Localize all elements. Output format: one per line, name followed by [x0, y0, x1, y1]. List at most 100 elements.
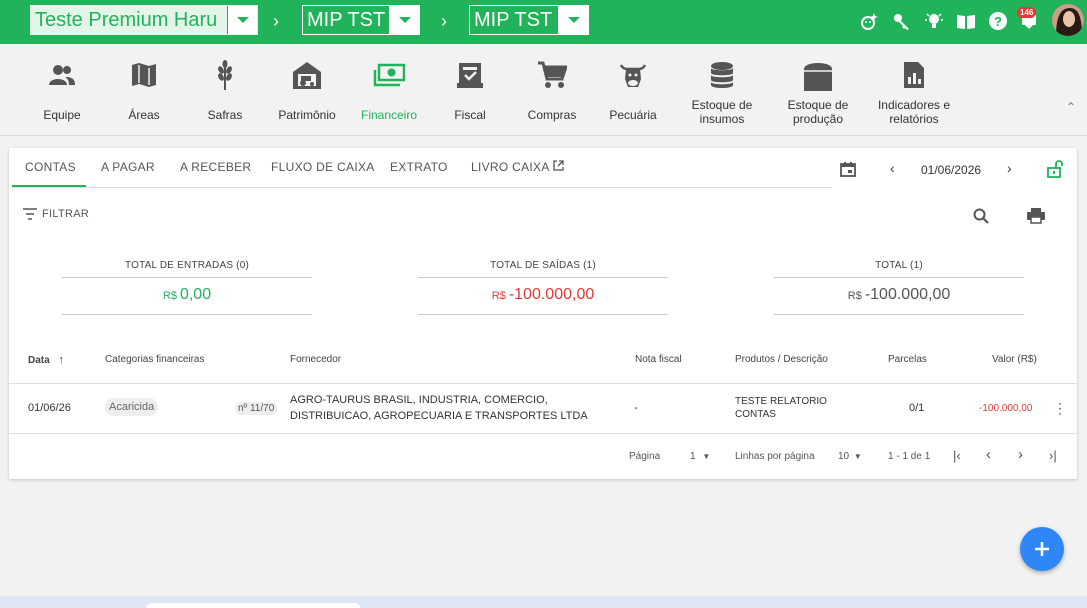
tab-livro-caixa[interactable]: LIVRO CAIXA: [471, 160, 564, 174]
next-page-icon[interactable]: ›: [1018, 446, 1023, 463]
row-desc-line2: CONTAS: [735, 409, 776, 420]
crumb2-selector[interactable]: MIP TST: [469, 5, 589, 35]
row-date: 01/06/26: [28, 402, 71, 414]
module-pecuaria[interactable]: Pecuária: [588, 58, 678, 122]
tab-a-receber[interactable]: A RECEBER: [180, 160, 251, 174]
lightbulb-icon[interactable]: [923, 10, 945, 32]
module-estoque-producao[interactable]: Estoque de produção: [773, 58, 863, 126]
key-icon[interactable]: [891, 10, 913, 32]
currency-label: R$: [847, 290, 862, 302]
col-header-nota-fiscal: Nota fiscal: [635, 354, 682, 365]
caret-down-icon: [398, 17, 411, 23]
report-icon: [902, 58, 926, 92]
prev-date-icon[interactable]: ‹: [890, 160, 895, 176]
module-label: Patrimônio: [278, 108, 336, 122]
module-label: Estoque de produção: [787, 98, 849, 126]
caret-down-icon: ▼: [702, 452, 711, 461]
search-icon[interactable]: [973, 208, 989, 229]
total-saidas-value-box: R$ -100.000,00: [418, 278, 668, 315]
module-safras[interactable]: Safras: [180, 58, 270, 122]
collapse-chevron-icon[interactable]: ⌃: [1066, 100, 1076, 114]
module-compras[interactable]: Compras: [507, 58, 597, 122]
sort-arrow-up-icon: ↑: [58, 354, 64, 366]
module-equipe[interactable]: Equipe: [17, 58, 107, 122]
header-divider: [9, 383, 1077, 384]
prev-page-icon[interactable]: ‹: [986, 446, 991, 463]
farm-name: Teste Premium Haru: [35, 9, 218, 31]
sparkle-person-icon[interactable]: [858, 10, 880, 32]
tab-fluxo-caixa[interactable]: FLUXO DE CAIXA: [271, 160, 375, 174]
farm-selector[interactable]: Teste Premium Haru: [30, 5, 258, 35]
help-icon[interactable]: ?: [987, 10, 1009, 32]
caret-down-icon: [236, 17, 249, 23]
wheat-icon: [215, 58, 235, 92]
tab-livro-caixa-label: LIVRO CAIXA: [471, 160, 549, 174]
open-external-icon: [552, 160, 564, 171]
print-icon[interactable]: [1027, 208, 1045, 229]
more-vert-icon[interactable]: ⋮: [1053, 400, 1067, 417]
tab-contas[interactable]: CONTAS: [25, 160, 76, 174]
cow-icon: [618, 58, 648, 92]
svg-text:?: ?: [994, 14, 1002, 29]
total-entradas-label: TOTAL DE ENTRADAS (0): [62, 260, 312, 278]
rows-per-page-value: 10: [838, 451, 850, 462]
col-header-data[interactable]: Data ↑: [28, 354, 64, 366]
fiscal-icon: [456, 58, 484, 92]
silo-icon: [803, 58, 833, 92]
page-selector[interactable]: 1 ▼: [690, 451, 710, 462]
chevron-right-icon: ›: [441, 11, 447, 31]
add-button[interactable]: [1020, 527, 1064, 571]
total-saidas: TOTAL DE SAÍDAS (1) R$ -100.000,00: [418, 260, 668, 315]
book-icon[interactable]: [955, 10, 977, 32]
filter-icon: [23, 208, 37, 220]
first-page-icon[interactable]: |‹: [953, 448, 961, 463]
money-icon: [373, 58, 405, 92]
module-label: Safras: [207, 108, 243, 122]
finance-card: CONTAS A PAGAR A RECEBER FLUXO DE CAIXA …: [9, 148, 1077, 479]
unlock-icon[interactable]: [1046, 160, 1064, 181]
next-date-icon[interactable]: ›: [1007, 160, 1012, 176]
page-value: 1: [690, 451, 696, 462]
crumb1-dropdown-button[interactable]: [389, 6, 419, 34]
module-patrimonio[interactable]: Patrimônio: [262, 58, 352, 122]
module-nav: Equipe Áreas Safras Patrimônio Financeir…: [0, 44, 1087, 136]
module-label: Pecuária: [609, 108, 657, 122]
module-label: Áreas: [128, 108, 160, 122]
module-indicadores[interactable]: Indicadores e relatórios: [869, 58, 959, 126]
calendar-icon[interactable]: [840, 161, 856, 180]
rows-per-page-label: Linhas por página: [735, 451, 815, 462]
database-icon: [710, 58, 734, 92]
tab-divider: [12, 187, 832, 188]
col-header-data-label: Data: [28, 355, 50, 366]
last-page-icon[interactable]: ›|: [1049, 448, 1057, 463]
row-installments: 0/1: [909, 402, 925, 414]
total-entradas: TOTAL DE ENTRADAS (0) R$ 0,00: [62, 260, 312, 315]
module-areas[interactable]: Áreas: [99, 58, 189, 122]
module-estoque-insumos[interactable]: Estoque de insumos: [677, 58, 767, 126]
map-icon: [131, 58, 157, 92]
tab-a-pagar[interactable]: A PAGAR: [101, 160, 155, 174]
farm-dropdown-button[interactable]: [227, 6, 257, 34]
current-date: 01/06/2026: [921, 163, 982, 177]
col-header-categorias: Categorias financeiras: [105, 354, 205, 365]
rows-per-page-selector[interactable]: 10 ▼: [838, 451, 862, 462]
row-value: -100.000,00: [979, 403, 1033, 414]
pagination-range: 1 - 1 de 1: [888, 451, 931, 462]
module-label: Estoque de insumos: [691, 98, 753, 126]
category-chip: Acaricida: [105, 398, 159, 416]
row-invoice: -: [634, 402, 638, 414]
tab-extrato[interactable]: EXTRATO: [390, 160, 448, 174]
module-fiscal[interactable]: Fiscal: [425, 58, 515, 122]
crumb2-dropdown-button[interactable]: [558, 6, 588, 34]
taskbar-search[interactable]: [146, 603, 360, 608]
col-header-parcelas: Parcelas: [888, 354, 927, 365]
cart-icon: [537, 58, 567, 92]
row-supplier-line2: DISTRIBUICAO, AGROPECUARIA E TRANSPORTES…: [290, 410, 588, 422]
crumb1-selector[interactable]: MIP TST: [302, 5, 420, 35]
module-financeiro[interactable]: Financeiro: [344, 58, 434, 122]
module-label: Fiscal: [454, 108, 486, 122]
top-bar: Teste Premium Haru › MIP TST › MIP TST ?…: [0, 0, 1087, 44]
notification-badge: 146: [1017, 7, 1037, 18]
avatar[interactable]: [1052, 4, 1084, 36]
filter-button[interactable]: FILTRAR: [23, 208, 89, 220]
